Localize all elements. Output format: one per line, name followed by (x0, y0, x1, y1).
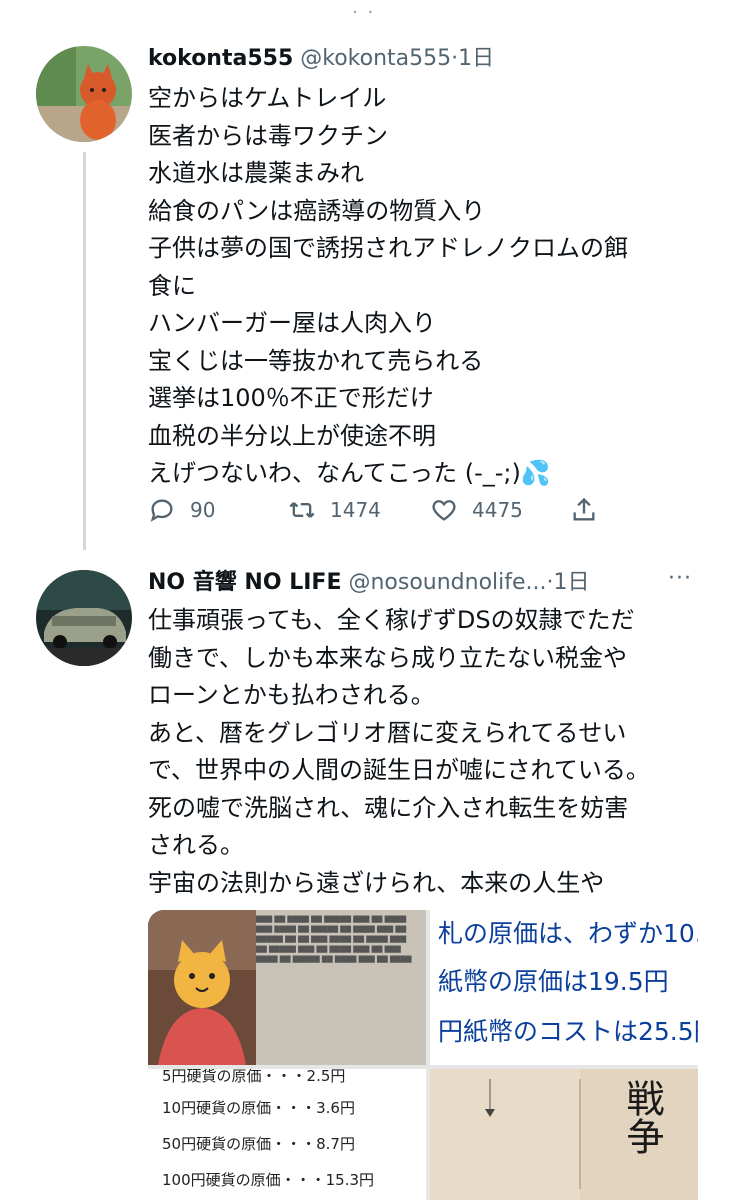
sweat-emoji: 💦 (520, 459, 551, 487)
reply-button[interactable]: 90 (148, 490, 215, 530)
tweet-text: 仕事頑張っても、全く稼げずDSの奴隷でただ 働きで、しかも本来なら成り立たない税… (148, 602, 708, 902)
avatar[interactable] (36, 46, 132, 142)
separator: · (546, 570, 554, 595)
like-button[interactable]: 4475 (430, 490, 523, 530)
article-text: ▇▇▇ ▇▇ ▇▇▇▇ ▇▇ ▇▇▇▇▇ ▇▇▇ ▇▇ ▇▇▇▇ ▇▇▇ ▇▇▇… (256, 915, 412, 963)
tweet-actions: 90 1474 4475 (148, 490, 608, 530)
thread-line (83, 152, 86, 550)
avatar[interactable] (36, 570, 132, 666)
retweet-icon (289, 502, 315, 518)
reply-icon (150, 499, 173, 522)
coin-line: 10円硬貨の原価・・・3.6円 (162, 1099, 355, 1117)
share-icon (573, 497, 595, 521)
tweet-line: えげつないわ、なんてこった (-_-;) (148, 459, 521, 487)
more-icon[interactable]: ··· (668, 566, 692, 591)
coin-line: 50円硬貨の原価・・・8.7円 (162, 1135, 355, 1153)
handle[interactable]: @nosoundnolife... (348, 570, 546, 595)
retweet-button[interactable]: 1474 (288, 490, 381, 530)
tweet-line-last: えげつないわ、なんてこった (-_-;)💦 (148, 455, 708, 493)
handle[interactable]: @kokonta555 (300, 46, 451, 71)
media-tile-photo[interactable]: ▇▇▇ ▇▇ ▇▇▇▇ ▇▇ ▇▇▇▇▇ ▇▇▇ ▇▇ ▇▇▇▇ ▇▇▇ ▇▇▇… (148, 910, 426, 1065)
tweet-line: 医者からは毒ワクチン (148, 121, 388, 150)
tweet-line: 血税の半分以上が使途不明 (148, 421, 436, 450)
media-tile-coins[interactable]: 5円硬貨の原価・・・2.5円 10円硬貨の原価・・・3.6円 50円硬貨の原価・… (148, 1069, 426, 1200)
tweet-text: 空からはケムトレイル 医者からは毒ワクチン 水道水は農薬まみれ 給食のパンは癌誘… (148, 80, 708, 493)
like-icon (432, 500, 456, 521)
tweet-line: 空からはケムトレイル (148, 84, 387, 112)
previous-tweet-more-icon[interactable]: · · (0, 0, 733, 23)
tweet-header: NO 音響 NO LIFE @nosoundnolife...·1日 (148, 568, 590, 598)
tweet-line: ハンバーガー屋は人肉入り (148, 309, 436, 337)
tweet-line: 宇宙の法則から遠ざけられ、本来の人生や (148, 868, 605, 897)
tweet-line: 働きで、しかも本来なら成り立たない税金や (148, 643, 628, 672)
tweet-line: 宝くじは一等抜かれて売られる (148, 346, 484, 375)
media-tile-book[interactable]: 戦争 (430, 1069, 698, 1200)
display-name[interactable]: kokonta555 (148, 46, 293, 71)
cost-line: 円紙幣のコストは25.5円 (438, 1017, 698, 1046)
tweet-line: あと、暦をグレゴリオ暦に変えられてるせい (148, 718, 627, 747)
tweet-header: kokonta555 @kokonta555·1日 (148, 44, 494, 74)
timestamp[interactable]: 1日 (554, 570, 590, 595)
tweet-line: 給食のパンは癌誘導の物質入り (148, 196, 486, 225)
coin-line: 5円硬貨の原価・・・2.5円 (162, 1069, 346, 1085)
timestamp[interactable]: 1日 (458, 46, 494, 71)
media-grid[interactable]: ▇▇▇ ▇▇ ▇▇▇▇ ▇▇ ▇▇▇▇▇ ▇▇▇ ▇▇ ▇▇▇▇ ▇▇▇ ▇▇▇… (148, 910, 698, 1200)
display-name[interactable]: NO 音響 NO LIFE (148, 570, 341, 595)
tweet-line: 水道水は農薬まみれ (148, 159, 364, 187)
tweet-line: で、世界中の人間の誕生日が嘘にされている。 (148, 756, 650, 784)
tweet-line: 死の嘘で洗脳され、魂に介入され転生を妨害 (148, 793, 629, 822)
tweet-line: される。 (148, 831, 244, 859)
retweet-count: 1474 (330, 498, 381, 522)
cost-line: 紙幣の原価は19.5円 (438, 967, 669, 996)
like-count: 4475 (472, 498, 523, 522)
coin-line: 100円硬貨の原価・・・15.3円 (162, 1171, 375, 1189)
tweet-line: 食に (148, 271, 196, 300)
tweet-line: 仕事頑張っても、全く稼げずDSの奴隷でただ (148, 606, 635, 634)
share-button[interactable] (570, 490, 612, 530)
reply-count: 90 (190, 498, 216, 522)
tweet-line: 選挙は100％不正で形だけ (148, 384, 434, 412)
tweet-line: 子供は夢の国で誘拐されアドレノクロムの餌 (148, 234, 628, 262)
media-tile-costs[interactable]: 札の原価は、わずか10.4 紙幣の原価は19.5円 円紙幣のコストは25.5円 (430, 910, 698, 1065)
tweet-line: ローンとかも払わされる。 (148, 681, 435, 709)
cost-line: 札の原価は、わずか10.4 (438, 919, 698, 948)
book-title: 戦争 (620, 1079, 664, 1155)
